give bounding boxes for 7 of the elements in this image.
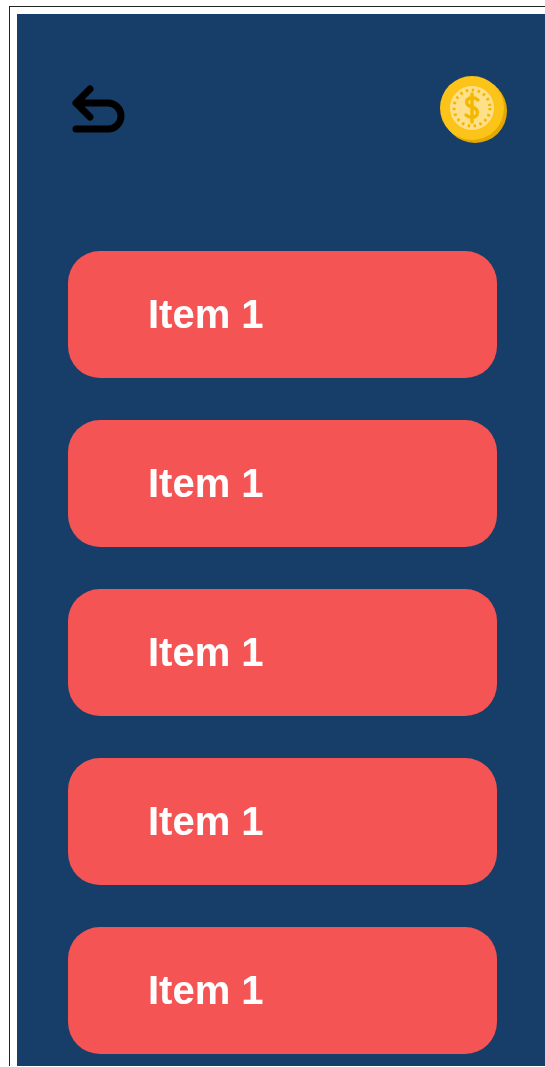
item-button[interactable]: Item 1 [68, 420, 497, 547]
item-button[interactable]: Item 1 [68, 758, 497, 885]
back-icon[interactable] [72, 85, 126, 135]
item-button[interactable]: Item 1 [68, 589, 497, 716]
coin-icon [438, 76, 510, 144]
item-button[interactable]: Item 1 [68, 927, 497, 1054]
item-button[interactable]: Item 1 [68, 251, 497, 378]
